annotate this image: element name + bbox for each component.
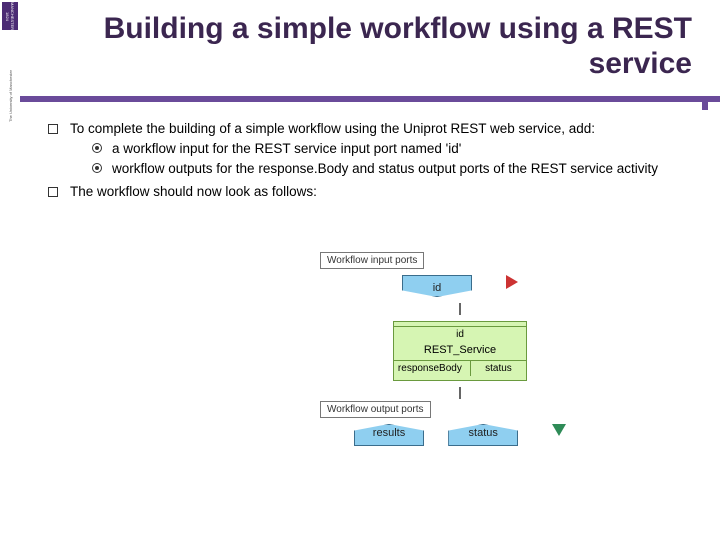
connector <box>459 387 461 399</box>
university-logo: MANCHESTER 1824 The University of Manche… <box>0 2 20 132</box>
service-name: REST_Service <box>394 344 526 358</box>
output-port-status: status <box>448 424 518 446</box>
logo-mark: MANCHESTER 1824 <box>2 2 18 30</box>
workflow-diagram: Workflow input ports id id REST_Service … <box>320 250 600 452</box>
expand-right-icon <box>506 275 518 289</box>
rest-service-box: id REST_Service responseBody status <box>393 321 527 381</box>
subbullet-2: workflow outputs for the response.Body a… <box>92 160 696 178</box>
input-port-id: id <box>402 275 472 297</box>
service-input-id: id <box>394 327 526 342</box>
bullet-1-text: To complete the building of a simple wor… <box>70 121 595 136</box>
slide-header: Building a simple workflow using a REST … <box>20 0 720 87</box>
output-ports-label: Workflow output ports <box>320 401 431 418</box>
connector <box>459 303 461 315</box>
logo-subtitle: The University of Manchester <box>8 32 13 122</box>
output-port-results: results <box>354 424 424 446</box>
expand-down-icon <box>552 424 566 436</box>
left-sidebar: MANCHESTER 1824 The University of Manche… <box>0 0 20 540</box>
input-ports-label: Workflow input ports <box>320 252 424 269</box>
subbullet-1: a workflow input for the REST service in… <box>92 140 696 158</box>
slide-body: To complete the building of a simple wor… <box>48 120 696 205</box>
header-tick <box>702 100 708 110</box>
header-rule <box>20 96 720 102</box>
service-output-responsebody: responseBody <box>394 361 466 376</box>
bullet-1: To complete the building of a simple wor… <box>48 120 696 179</box>
page-title: Building a simple workflow using a REST … <box>100 12 692 81</box>
bullet-2: The workflow should now look as follows: <box>48 183 696 201</box>
service-output-status: status <box>470 361 526 376</box>
